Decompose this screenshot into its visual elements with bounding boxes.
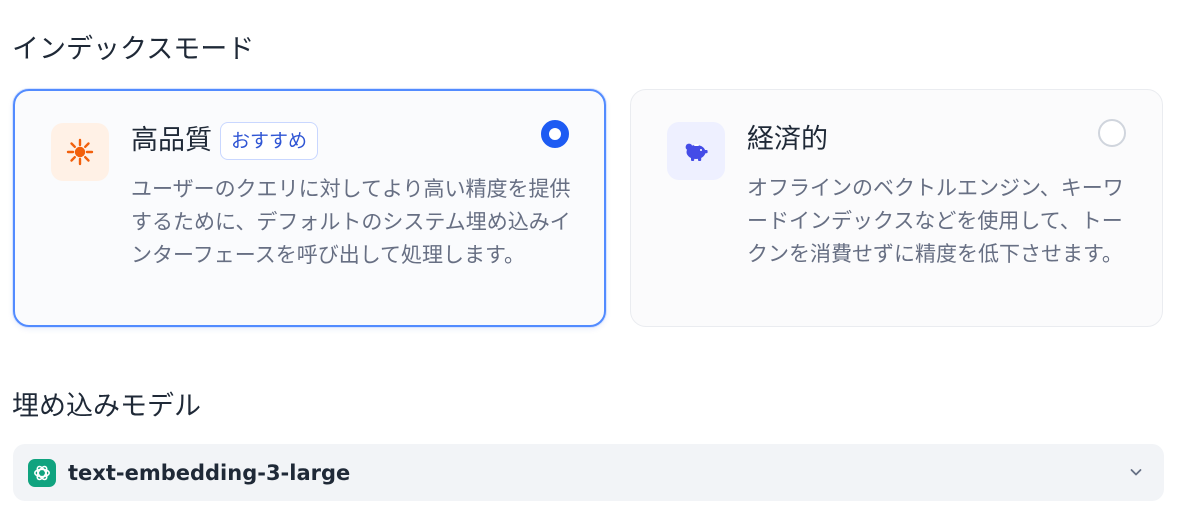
knowledge-settings-panel: インデックスモード 高品質 おすすめ ユーザーのクエリに対してより高い精度を提供… xyxy=(0,0,1200,529)
embedding-model-select[interactable]: text-embedding-3-large xyxy=(13,444,1164,501)
recommended-badge: おすすめ xyxy=(220,122,319,160)
index-mode-option-high-quality[interactable]: 高品質 おすすめ ユーザーのクエリに対してより高い精度を提供するために、デフォル… xyxy=(13,89,606,327)
sun-icon xyxy=(51,123,109,181)
economy-title: 経済的 xyxy=(747,124,828,155)
economy-title-row: 経済的 xyxy=(747,120,828,160)
openai-icon xyxy=(28,458,56,487)
economy-description: オフラインのベクトルエンジン、キーワードインデックスなどを使用して、トークンを消… xyxy=(747,176,1124,266)
chevron-down-icon[interactable] xyxy=(1128,464,1144,480)
index-mode-option-economy[interactable]: 経済的 オフラインのベクトルエンジン、キーワードインデックスなどを使用して、トー… xyxy=(630,89,1163,327)
high-quality-radio[interactable] xyxy=(541,120,569,148)
high-quality-title: 高品質 xyxy=(131,125,212,156)
economy-radio[interactable] xyxy=(1098,119,1126,147)
selected-model-name: text-embedding-3-large xyxy=(68,460,351,485)
piggy-bank-icon xyxy=(667,122,725,180)
index-mode-title: インデックスモード xyxy=(12,34,255,65)
embedding-model-title: 埋め込みモデル xyxy=(12,391,201,422)
high-quality-description: ユーザーのクエリに対してより高い精度を提供するために、デフォルトのシステム埋め込… xyxy=(131,177,571,267)
high-quality-title-row: 高品質 おすすめ xyxy=(131,121,319,161)
